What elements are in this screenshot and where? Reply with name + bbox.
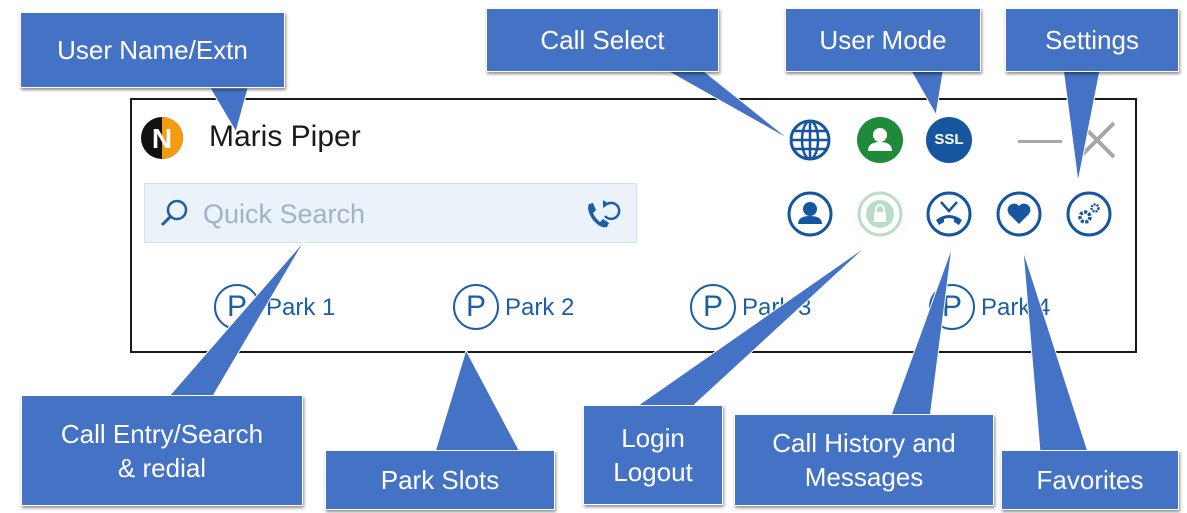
callout-settings: Settings xyxy=(1005,8,1179,72)
callout-text: Call History and Messages xyxy=(772,428,956,492)
close-icon[interactable] xyxy=(1074,117,1120,163)
logo-letter: N xyxy=(152,123,172,154)
minimize-icon[interactable] xyxy=(1018,140,1062,143)
callout-text: Favorites xyxy=(1036,465,1144,495)
app-logo: N xyxy=(140,116,184,160)
quick-search-input[interactable]: Quick Search xyxy=(144,183,637,243)
park-label: Park 1 xyxy=(266,294,336,321)
gears-icon[interactable] xyxy=(1066,191,1112,237)
callout-text: Call Select xyxy=(540,25,665,55)
park-slot-3[interactable]: P Park 3 xyxy=(690,284,870,332)
park-label: Park 3 xyxy=(742,294,812,321)
contact-icon[interactable] xyxy=(787,191,833,237)
callout-text: User Mode xyxy=(819,25,947,55)
heart-icon[interactable] xyxy=(996,191,1042,237)
park-label: Park 2 xyxy=(505,294,575,321)
callout-call-select: Call Select xyxy=(486,8,719,72)
search-icon xyxy=(160,198,190,228)
ssl-label: SSL xyxy=(934,131,964,148)
callout-text: Call Entry/Search & redial xyxy=(60,418,264,483)
callout-park-slots: Park Slots xyxy=(325,450,555,510)
callout-login-logout: Login Logout xyxy=(583,405,723,505)
redial-icon[interactable] xyxy=(583,196,623,232)
user-name: Maris Piper xyxy=(209,120,361,153)
park-icon: P xyxy=(453,284,499,330)
park-slot-4[interactable]: P Park 4 xyxy=(929,284,1109,332)
globe-icon[interactable] xyxy=(787,117,833,163)
park-slot-2[interactable]: P Park 2 xyxy=(453,284,633,332)
park-icon: P xyxy=(690,284,736,330)
callout-call-entry: Call Entry/Search & redial xyxy=(21,395,303,506)
callout-text: Login Logout xyxy=(613,423,693,487)
park-icon: P xyxy=(929,284,975,330)
search-placeholder: Quick Search xyxy=(203,199,366,229)
callout-user-name: User Name/Extn xyxy=(20,12,285,88)
call-history-icon[interactable] xyxy=(926,191,972,237)
callout-text: Settings xyxy=(1045,25,1139,55)
callout-call-history: Call History and Messages xyxy=(734,414,994,506)
callout-user-mode: User Mode xyxy=(785,8,981,72)
user-mode-icon[interactable] xyxy=(857,117,903,163)
lock-icon[interactable] xyxy=(857,191,903,237)
park-slot-1[interactable]: P Park 1 xyxy=(214,284,394,332)
park-icon: P xyxy=(214,284,260,330)
callout-text: Park Slots xyxy=(380,465,500,495)
ssl-icon[interactable]: SSL xyxy=(926,117,972,163)
callout-text: User Name/Extn xyxy=(57,35,248,65)
park-label: Park 4 xyxy=(981,294,1051,321)
callout-favorites: Favorites xyxy=(1001,450,1179,510)
